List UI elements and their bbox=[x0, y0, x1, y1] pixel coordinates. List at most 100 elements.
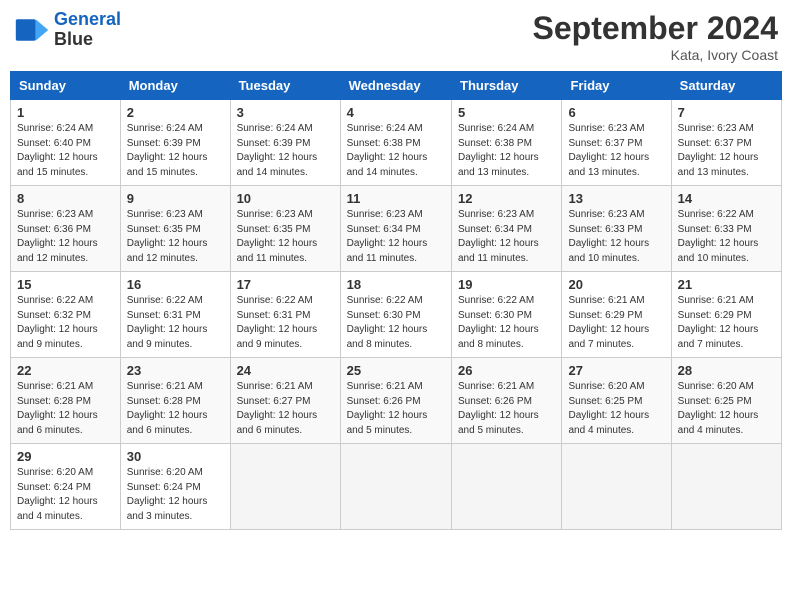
calendar-day-cell: 21 Sunrise: 6:21 AM Sunset: 6:29 PM Dayl… bbox=[671, 272, 781, 358]
calendar-day-cell bbox=[340, 444, 451, 530]
day-number: 23 bbox=[127, 363, 224, 378]
day-info: Sunrise: 6:20 AM Sunset: 6:25 PM Dayligh… bbox=[568, 380, 664, 438]
calendar-day-cell: 3 Sunrise: 6:24 AM Sunset: 6:39 PM Dayli… bbox=[230, 100, 340, 186]
day-number: 1 bbox=[17, 105, 114, 120]
title-block: September 2024 Kata, Ivory Coast bbox=[533, 10, 778, 63]
calendar-day-cell: 4 Sunrise: 6:24 AM Sunset: 6:38 PM Dayli… bbox=[340, 100, 451, 186]
weekday-header: Sunday bbox=[11, 72, 121, 100]
calendar-day-cell bbox=[230, 444, 340, 530]
day-number: 18 bbox=[347, 277, 445, 292]
day-info: Sunrise: 6:24 AM Sunset: 6:39 PM Dayligh… bbox=[127, 122, 224, 180]
day-info: Sunrise: 6:24 AM Sunset: 6:39 PM Dayligh… bbox=[237, 122, 334, 180]
day-number: 16 bbox=[127, 277, 224, 292]
calendar-day-cell bbox=[562, 444, 671, 530]
weekday-header-row: SundayMondayTuesdayWednesdayThursdayFrid… bbox=[11, 72, 782, 100]
calendar-day-cell: 24 Sunrise: 6:21 AM Sunset: 6:27 PM Dayl… bbox=[230, 358, 340, 444]
day-info: Sunrise: 6:22 AM Sunset: 6:31 PM Dayligh… bbox=[237, 294, 334, 352]
day-number: 28 bbox=[678, 363, 775, 378]
day-number: 27 bbox=[568, 363, 664, 378]
calendar-day-cell: 25 Sunrise: 6:21 AM Sunset: 6:26 PM Dayl… bbox=[340, 358, 451, 444]
calendar-day-cell: 9 Sunrise: 6:23 AM Sunset: 6:35 PM Dayli… bbox=[120, 186, 230, 272]
day-number: 7 bbox=[678, 105, 775, 120]
calendar-day-cell: 27 Sunrise: 6:20 AM Sunset: 6:25 PM Dayl… bbox=[562, 358, 671, 444]
day-info: Sunrise: 6:21 AM Sunset: 6:27 PM Dayligh… bbox=[237, 380, 334, 438]
day-number: 26 bbox=[458, 363, 555, 378]
calendar-day-cell: 26 Sunrise: 6:21 AM Sunset: 6:26 PM Dayl… bbox=[452, 358, 562, 444]
calendar-week-row: 29 Sunrise: 6:20 AM Sunset: 6:24 PM Dayl… bbox=[11, 444, 782, 530]
day-info: Sunrise: 6:21 AM Sunset: 6:28 PM Dayligh… bbox=[17, 380, 114, 438]
calendar-day-cell: 12 Sunrise: 6:23 AM Sunset: 6:34 PM Dayl… bbox=[452, 186, 562, 272]
calendar-day-cell: 15 Sunrise: 6:22 AM Sunset: 6:32 PM Dayl… bbox=[11, 272, 121, 358]
day-number: 14 bbox=[678, 191, 775, 206]
weekday-header: Monday bbox=[120, 72, 230, 100]
day-info: Sunrise: 6:24 AM Sunset: 6:40 PM Dayligh… bbox=[17, 122, 114, 180]
day-info: Sunrise: 6:20 AM Sunset: 6:25 PM Dayligh… bbox=[678, 380, 775, 438]
day-number: 22 bbox=[17, 363, 114, 378]
day-number: 4 bbox=[347, 105, 445, 120]
calendar-day-cell: 17 Sunrise: 6:22 AM Sunset: 6:31 PM Dayl… bbox=[230, 272, 340, 358]
day-number: 2 bbox=[127, 105, 224, 120]
calendar-day-cell: 8 Sunrise: 6:23 AM Sunset: 6:36 PM Dayli… bbox=[11, 186, 121, 272]
day-info: Sunrise: 6:21 AM Sunset: 6:26 PM Dayligh… bbox=[347, 380, 445, 438]
calendar-day-cell: 29 Sunrise: 6:20 AM Sunset: 6:24 PM Dayl… bbox=[11, 444, 121, 530]
location: Kata, Ivory Coast bbox=[533, 47, 778, 63]
day-info: Sunrise: 6:23 AM Sunset: 6:37 PM Dayligh… bbox=[678, 122, 775, 180]
page-header: General Blue September 2024 Kata, Ivory … bbox=[10, 10, 782, 63]
calendar-day-cell bbox=[452, 444, 562, 530]
day-info: Sunrise: 6:21 AM Sunset: 6:29 PM Dayligh… bbox=[568, 294, 664, 352]
calendar-day-cell: 28 Sunrise: 6:20 AM Sunset: 6:25 PM Dayl… bbox=[671, 358, 781, 444]
day-number: 15 bbox=[17, 277, 114, 292]
day-number: 24 bbox=[237, 363, 334, 378]
day-info: Sunrise: 6:23 AM Sunset: 6:34 PM Dayligh… bbox=[347, 208, 445, 266]
day-number: 6 bbox=[568, 105, 664, 120]
day-info: Sunrise: 6:22 AM Sunset: 6:30 PM Dayligh… bbox=[458, 294, 555, 352]
logo-blue-text: Blue bbox=[54, 30, 121, 50]
day-info: Sunrise: 6:23 AM Sunset: 6:35 PM Dayligh… bbox=[237, 208, 334, 266]
calendar-day-cell: 23 Sunrise: 6:21 AM Sunset: 6:28 PM Dayl… bbox=[120, 358, 230, 444]
weekday-header: Friday bbox=[562, 72, 671, 100]
day-info: Sunrise: 6:21 AM Sunset: 6:28 PM Dayligh… bbox=[127, 380, 224, 438]
calendar-day-cell: 1 Sunrise: 6:24 AM Sunset: 6:40 PM Dayli… bbox=[11, 100, 121, 186]
day-number: 20 bbox=[568, 277, 664, 292]
month-title: September 2024 bbox=[533, 10, 778, 47]
day-number: 12 bbox=[458, 191, 555, 206]
calendar-day-cell: 13 Sunrise: 6:23 AM Sunset: 6:33 PM Dayl… bbox=[562, 186, 671, 272]
calendar-day-cell: 18 Sunrise: 6:22 AM Sunset: 6:30 PM Dayl… bbox=[340, 272, 451, 358]
weekday-header: Thursday bbox=[452, 72, 562, 100]
day-number: 17 bbox=[237, 277, 334, 292]
day-number: 29 bbox=[17, 449, 114, 464]
calendar-day-cell: 7 Sunrise: 6:23 AM Sunset: 6:37 PM Dayli… bbox=[671, 100, 781, 186]
calendar-day-cell: 20 Sunrise: 6:21 AM Sunset: 6:29 PM Dayl… bbox=[562, 272, 671, 358]
calendar-day-cell: 30 Sunrise: 6:20 AM Sunset: 6:24 PM Dayl… bbox=[120, 444, 230, 530]
calendar-week-row: 8 Sunrise: 6:23 AM Sunset: 6:36 PM Dayli… bbox=[11, 186, 782, 272]
day-info: Sunrise: 6:20 AM Sunset: 6:24 PM Dayligh… bbox=[127, 466, 224, 524]
weekday-header: Saturday bbox=[671, 72, 781, 100]
calendar-day-cell: 2 Sunrise: 6:24 AM Sunset: 6:39 PM Dayli… bbox=[120, 100, 230, 186]
day-info: Sunrise: 6:23 AM Sunset: 6:36 PM Dayligh… bbox=[17, 208, 114, 266]
day-number: 3 bbox=[237, 105, 334, 120]
weekday-header: Wednesday bbox=[340, 72, 451, 100]
calendar-week-row: 1 Sunrise: 6:24 AM Sunset: 6:40 PM Dayli… bbox=[11, 100, 782, 186]
logo: General Blue bbox=[14, 10, 121, 50]
day-info: Sunrise: 6:22 AM Sunset: 6:33 PM Dayligh… bbox=[678, 208, 775, 266]
day-info: Sunrise: 6:22 AM Sunset: 6:32 PM Dayligh… bbox=[17, 294, 114, 352]
day-info: Sunrise: 6:23 AM Sunset: 6:33 PM Dayligh… bbox=[568, 208, 664, 266]
day-info: Sunrise: 6:20 AM Sunset: 6:24 PM Dayligh… bbox=[17, 466, 114, 524]
calendar-day-cell bbox=[671, 444, 781, 530]
calendar-day-cell: 16 Sunrise: 6:22 AM Sunset: 6:31 PM Dayl… bbox=[120, 272, 230, 358]
calendar-day-cell: 5 Sunrise: 6:24 AM Sunset: 6:38 PM Dayli… bbox=[452, 100, 562, 186]
day-number: 25 bbox=[347, 363, 445, 378]
calendar-table: SundayMondayTuesdayWednesdayThursdayFrid… bbox=[10, 71, 782, 530]
day-number: 10 bbox=[237, 191, 334, 206]
calendar-day-cell: 19 Sunrise: 6:22 AM Sunset: 6:30 PM Dayl… bbox=[452, 272, 562, 358]
calendar-week-row: 22 Sunrise: 6:21 AM Sunset: 6:28 PM Dayl… bbox=[11, 358, 782, 444]
day-number: 9 bbox=[127, 191, 224, 206]
day-info: Sunrise: 6:23 AM Sunset: 6:35 PM Dayligh… bbox=[127, 208, 224, 266]
logo-icon bbox=[14, 12, 50, 48]
weekday-header: Tuesday bbox=[230, 72, 340, 100]
day-number: 19 bbox=[458, 277, 555, 292]
day-info: Sunrise: 6:23 AM Sunset: 6:34 PM Dayligh… bbox=[458, 208, 555, 266]
day-number: 5 bbox=[458, 105, 555, 120]
calendar-day-cell: 22 Sunrise: 6:21 AM Sunset: 6:28 PM Dayl… bbox=[11, 358, 121, 444]
day-info: Sunrise: 6:23 AM Sunset: 6:37 PM Dayligh… bbox=[568, 122, 664, 180]
